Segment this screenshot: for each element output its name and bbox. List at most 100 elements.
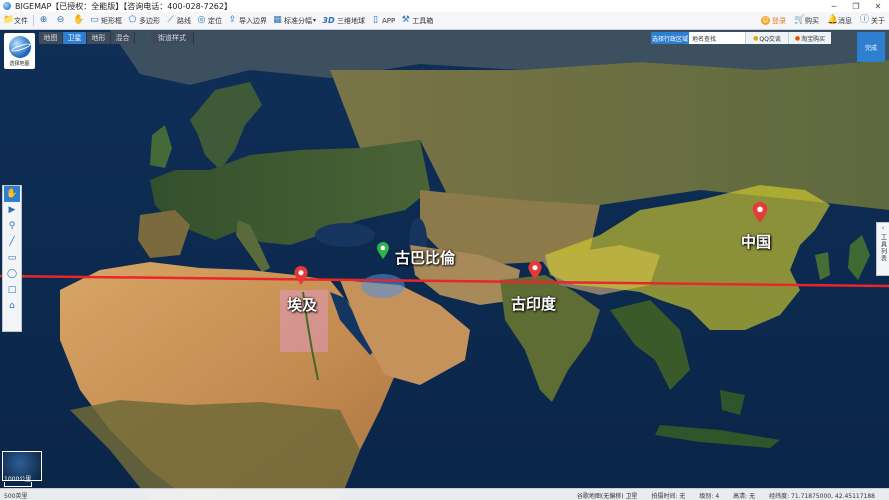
toolbar-right: ☺ 登录 🛒 购买 🔔 消息 ⓘ 关于: [753, 12, 885, 29]
map-source-selector[interactable]: 选择地图: [4, 33, 35, 69]
status-level: 级别: 4: [699, 492, 720, 500]
rect-tool-icon[interactable]: ▭: [4, 250, 20, 266]
rectangle-icon: ▭: [90, 15, 99, 25]
hand-tool-icon[interactable]: ✋: [4, 186, 20, 202]
qq-chat-label: QQ交谈: [759, 35, 781, 43]
map-pin-india-icon[interactable]: [528, 261, 542, 281]
route-label: 路线: [177, 16, 191, 25]
tab-terrain[interactable]: 地形: [87, 32, 111, 44]
label-egypt: 埃及: [287, 296, 318, 314]
buy-button[interactable]: 🛒 购买: [794, 16, 819, 26]
status-source: 谷歌地图(无偏移) 卫星: [576, 492, 638, 500]
locate-icon: ◎: [197, 15, 206, 25]
toolbox-icon: ⚒: [401, 15, 410, 25]
app-icon: ▯: [373, 15, 378, 25]
close-button[interactable]: ✕: [867, 0, 889, 12]
line-tool-icon[interactable]: ╱: [4, 234, 20, 250]
marker-tool-icon[interactable]: ⚲: [4, 218, 20, 234]
standard-sheet-label: 标准分幅: [284, 16, 312, 25]
main-toolbar: 📁 文件 ⊕ ⊖ ✋ ▭ 矩形框 ⬠ 多边形 ⟋ 路线 ◎ 定位 ⇪ 导入边界 ▦ 标准分幅 ▾…: [0, 12, 889, 30]
place-search-input[interactable]: 地名查找: [689, 32, 745, 44]
tag-tool-icon[interactable]: ⌂: [4, 298, 20, 314]
chevron-left-icon: ‹: [881, 224, 885, 232]
bell-icon: 🔔: [827, 15, 839, 25]
chevron-down-icon: ▾: [313, 17, 317, 24]
polygon-button[interactable]: ⬠ 多边形: [125, 13, 163, 28]
scale-km-label: 1000公里: [4, 476, 32, 483]
import-boundary-button[interactable]: ⇪ 导入边界: [225, 13, 270, 28]
taobao-buy-button[interactable]: ● 淘宝购买: [788, 32, 831, 44]
cart-icon: 🛒: [794, 15, 806, 25]
info-icon: ⓘ: [860, 15, 870, 25]
drawing-tool-strip: ✋ ▶ ⚲ ╱ ▭ ◯ □ ⌂: [2, 185, 22, 332]
zoom-out-icon: ⊖: [56, 15, 65, 25]
toolbox-label: 工具箱: [412, 16, 434, 25]
taobao-buy-label: 淘宝购买: [801, 35, 826, 43]
grid-icon: ▦: [273, 15, 282, 25]
window-title: BIGEMAP【已授权：全能版】【咨询电话：400-028-7262】: [15, 1, 232, 11]
standard-sheet-button[interactable]: ▦ 标准分幅 ▾: [270, 13, 319, 28]
search-panel: 选择行政区域 地名查找 ● QQ交谈 ● 淘宝购买: [651, 32, 831, 44]
tool-list-tab[interactable]: ‹ 工具列表: [876, 222, 889, 276]
map-pin-green-icon[interactable]: [377, 242, 389, 260]
polygon-label: 多边形: [139, 16, 160, 25]
maximize-button[interactable]: ❐: [845, 0, 867, 12]
scale-bar: 1000公里: [4, 476, 32, 487]
app-label: APP: [382, 16, 396, 25]
shop-icon: ●: [794, 34, 801, 42]
tab-hybrid[interactable]: 混合: [111, 32, 135, 44]
route-icon: ⟋: [167, 15, 174, 25]
status-shot-time: 拍摄时间: 无: [651, 492, 686, 500]
tab-map[interactable]: 地图: [39, 32, 63, 44]
pan-hand-icon: ✋: [73, 15, 85, 25]
about-button[interactable]: ⓘ 关于: [860, 16, 885, 26]
app-button[interactable]: ▯ APP: [368, 13, 398, 28]
3d-globe-icon: 3D: [322, 16, 335, 25]
rectangle-select-button[interactable]: ▭ 矩形框: [87, 13, 125, 28]
window-controls: ─ ❐ ✕: [823, 0, 889, 12]
route-button[interactable]: ⟋ 路线: [163, 13, 194, 28]
bigemap-window: BIGEMAP【已授权：全能版】【咨询电话：400-028-7262】 ─ ❐ …: [0, 0, 889, 500]
zoom-in-icon: ⊕: [39, 15, 48, 25]
zoom-out-button[interactable]: ⊖: [53, 13, 70, 28]
label-china: 中国: [741, 233, 772, 251]
pan-button[interactable]: ✋: [70, 13, 87, 28]
square-tool-icon[interactable]: □: [4, 282, 20, 298]
label-babylon: 古巴比倫: [395, 249, 456, 267]
tab-satellite[interactable]: 卫星: [63, 32, 87, 44]
map-canvas[interactable]: 古巴比倫 埃及 古印度 中国: [0, 30, 889, 500]
3d-globe-button[interactable]: 3D 三维地球: [319, 13, 368, 28]
message-label: 消息: [838, 16, 852, 25]
zoom-in-button[interactable]: ⊕: [36, 13, 53, 28]
status-hd: 高清: 无: [733, 492, 756, 500]
user-icon: ☺: [761, 16, 770, 25]
globe-icon: [8, 36, 31, 58]
map-type-tabs: 地图 卫星 地形 混合 街道样式: [39, 32, 194, 44]
scale-mile-label: 500英里: [4, 492, 28, 500]
pointer-tool-icon[interactable]: ▶: [4, 202, 20, 218]
done-button[interactable]: 完成: [857, 32, 885, 62]
locate-button[interactable]: ◎ 定位: [194, 13, 225, 28]
map-pin-egypt-icon[interactable]: [294, 266, 308, 286]
app-logo-icon: [3, 2, 11, 10]
status-bar: 500英里 谷歌地图(无偏移) 卫星 拍摄时间: 无 级别: 4 高清: 无 经…: [0, 488, 889, 500]
logo-caption: 选择地图: [9, 61, 30, 67]
region-select-button[interactable]: 选择行政区域: [651, 32, 689, 44]
buy-label: 购买: [805, 16, 819, 25]
login-button[interactable]: ☺ 登录: [761, 16, 786, 26]
rectangle-label: 矩形框: [101, 16, 122, 25]
toolbox-button[interactable]: ⚒ 工具箱: [398, 13, 436, 28]
login-label: 登录: [772, 16, 786, 25]
file-menu[interactable]: 📁 文件: [0, 13, 31, 28]
map-pin-china-icon[interactable]: [752, 202, 768, 224]
import-boundary-icon: ⇪: [228, 15, 237, 25]
about-label: 关于: [871, 16, 885, 25]
circle-tool-icon[interactable]: ◯: [4, 266, 20, 282]
message-button[interactable]: 🔔 消息: [827, 16, 852, 26]
divider: [33, 15, 34, 26]
minimize-button[interactable]: ─: [823, 0, 845, 12]
street-style-button[interactable]: 街道样式: [151, 32, 194, 44]
label-india: 古印度: [511, 295, 557, 313]
3d-globe-label: 三维地球: [337, 16, 366, 25]
qq-chat-button[interactable]: ● QQ交谈: [745, 32, 788, 44]
